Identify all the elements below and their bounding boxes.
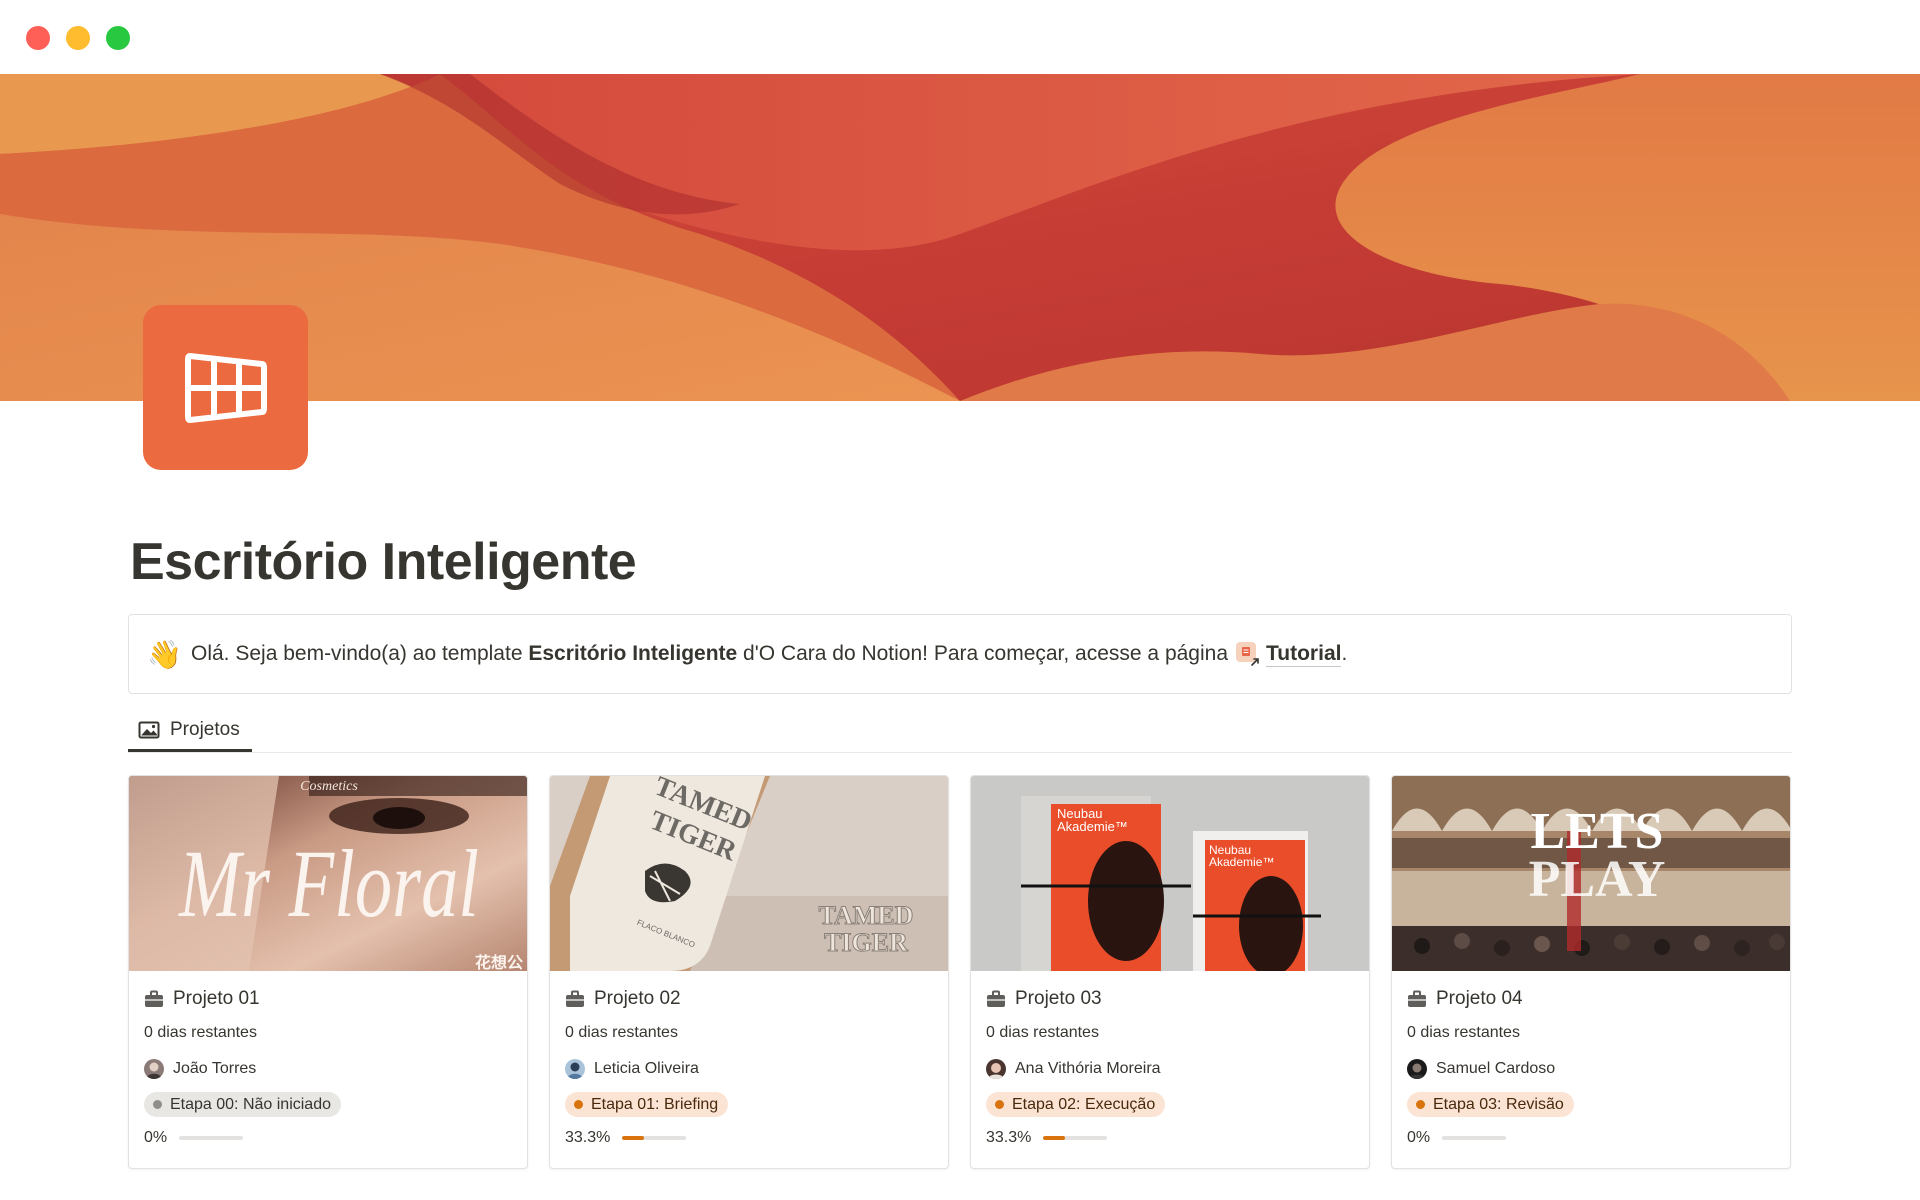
tutorial-link[interactable]: Tutorial bbox=[1266, 642, 1342, 667]
stage-dot bbox=[995, 1100, 1004, 1109]
stage-label: Etapa 00: Não iniciado bbox=[170, 1095, 331, 1113]
project-card[interactable]: Cosmetics Mr Floral 花想公 Projeto 01 0 dia… bbox=[128, 775, 528, 1169]
waving-hand-icon[interactable]: 👋 bbox=[147, 638, 182, 671]
cover-logo-text-1: TAMED bbox=[819, 901, 914, 930]
briefcase-icon bbox=[145, 990, 163, 1007]
callout-text-before: Olá. Seja bem-vindo(a) ao template bbox=[191, 642, 529, 665]
card-cover-image: TAMED TIGER FLACO BLANCO TAMED TIGER bbox=[550, 776, 948, 971]
window-titlebar bbox=[0, 0, 1920, 74]
progress-fill bbox=[622, 1136, 644, 1140]
progress-fill bbox=[1043, 1136, 1065, 1140]
card-cover-image: LETS PLAY bbox=[1392, 776, 1790, 971]
progress-bar bbox=[622, 1136, 687, 1140]
avatar bbox=[986, 1059, 1006, 1079]
card-cover-image: Cosmetics Mr Floral 花想公 bbox=[129, 776, 527, 971]
cover-poster-text-2: Akademie™ bbox=[1057, 819, 1128, 834]
progress-row: 33.3% bbox=[565, 1127, 933, 1149]
progress-row: 0% bbox=[1407, 1127, 1775, 1149]
cover-cjk-text: 花想公 bbox=[475, 953, 523, 971]
card-title: Projeto 02 bbox=[594, 988, 681, 1009]
progress-bar bbox=[1442, 1136, 1507, 1140]
callout-template-name: Escritório Inteligente bbox=[528, 642, 738, 665]
card-person: Samuel Cardoso bbox=[1407, 1058, 1775, 1080]
tab-projetos[interactable]: Projetos bbox=[128, 706, 250, 754]
stage-label: Etapa 02: Execução bbox=[1012, 1095, 1156, 1113]
callout-text-middle: d'O Cara do Notion! Para começar, acesse… bbox=[737, 642, 1229, 665]
card-title: Projeto 01 bbox=[173, 988, 260, 1009]
project-card[interactable]: TAMED TIGER FLACO BLANCO TAMED TIGER Pro… bbox=[549, 775, 949, 1169]
tab-label: Projetos bbox=[170, 719, 240, 740]
welcome-callout[interactable]: 👋 Olá. Seja bem-vindo(a) ao template Esc… bbox=[128, 614, 1792, 694]
progress-label: 33.3% bbox=[986, 1129, 1032, 1146]
progress-bar bbox=[179, 1136, 244, 1140]
avatar bbox=[1407, 1059, 1427, 1079]
days-remaining: 0 dias restantes bbox=[986, 1024, 1099, 1041]
person-name: João Torres bbox=[173, 1060, 257, 1077]
stage-badge: Etapa 02: Execução bbox=[986, 1092, 1166, 1117]
card-person: Ana Vithória Moreira bbox=[986, 1058, 1354, 1080]
briefcase-icon bbox=[987, 990, 1005, 1007]
page-title[interactable]: Escritório Inteligente bbox=[130, 532, 637, 592]
cover-title-text: Mr Floral bbox=[177, 830, 479, 937]
card-title: Projeto 03 bbox=[1015, 988, 1102, 1009]
stage-badge: Etapa 00: Não iniciado bbox=[144, 1092, 341, 1117]
stage-dot bbox=[574, 1100, 583, 1109]
progress-label: 0% bbox=[1407, 1129, 1431, 1146]
progress-row: 33.3% bbox=[986, 1127, 1354, 1149]
cover-small-text: Cosmetics bbox=[300, 779, 358, 794]
progress-label: 0% bbox=[144, 1129, 168, 1146]
projects-gallery: Cosmetics Mr Floral 花想公 Projeto 01 0 dia… bbox=[128, 775, 1793, 1170]
briefcase-icon bbox=[566, 990, 584, 1007]
days-remaining: 0 dias restantes bbox=[1407, 1024, 1520, 1041]
card-title: Projeto 04 bbox=[1436, 988, 1523, 1009]
project-card[interactable]: Neubau Akademie™ Neubau Akademie™ Projet… bbox=[970, 775, 1370, 1169]
callout-text-end: . bbox=[1341, 642, 1348, 665]
cover-poster-text-4: Akademie™ bbox=[1209, 855, 1274, 869]
tutorial-page-icon bbox=[1234, 641, 1260, 667]
avatar bbox=[144, 1059, 164, 1079]
gallery-image-icon bbox=[138, 721, 160, 739]
zoom-window-button[interactable] bbox=[106, 26, 130, 50]
stage-badge: Etapa 01: Briefing bbox=[565, 1092, 729, 1117]
project-card[interactable]: LETS PLAY Projeto 04 0 dias restantes Sa… bbox=[1391, 775, 1791, 1169]
person-name: Ana Vithória Moreira bbox=[1015, 1060, 1161, 1077]
table-grid-icon[interactable] bbox=[143, 305, 308, 470]
minimize-window-button[interactable] bbox=[66, 26, 90, 50]
progress-label: 33.3% bbox=[565, 1129, 611, 1146]
avatar bbox=[565, 1059, 585, 1079]
stage-dot bbox=[153, 1100, 162, 1109]
close-window-button[interactable] bbox=[26, 26, 50, 50]
stage-dot bbox=[1416, 1100, 1425, 1109]
progress-bar bbox=[1043, 1136, 1108, 1140]
days-remaining: 0 dias restantes bbox=[565, 1024, 678, 1041]
briefcase-icon bbox=[1408, 990, 1426, 1007]
tab-divider bbox=[128, 752, 1792, 753]
card-person: João Torres bbox=[144, 1058, 512, 1080]
person-name: Samuel Cardoso bbox=[1436, 1060, 1556, 1077]
stage-label: Etapa 03: Revisão bbox=[1433, 1095, 1564, 1113]
cover-text-2: PLAY bbox=[1529, 851, 1666, 908]
days-remaining: 0 dias restantes bbox=[144, 1024, 257, 1041]
person-name: Leticia Oliveira bbox=[594, 1060, 699, 1077]
card-cover-image: Neubau Akademie™ Neubau Akademie™ bbox=[971, 776, 1369, 971]
cover-logo-text-2: TIGER bbox=[824, 928, 908, 957]
stage-badge: Etapa 03: Revisão bbox=[1407, 1092, 1574, 1117]
card-person: Leticia Oliveira bbox=[565, 1058, 933, 1080]
stage-label: Etapa 01: Briefing bbox=[591, 1095, 719, 1113]
progress-row: 0% bbox=[144, 1127, 512, 1149]
